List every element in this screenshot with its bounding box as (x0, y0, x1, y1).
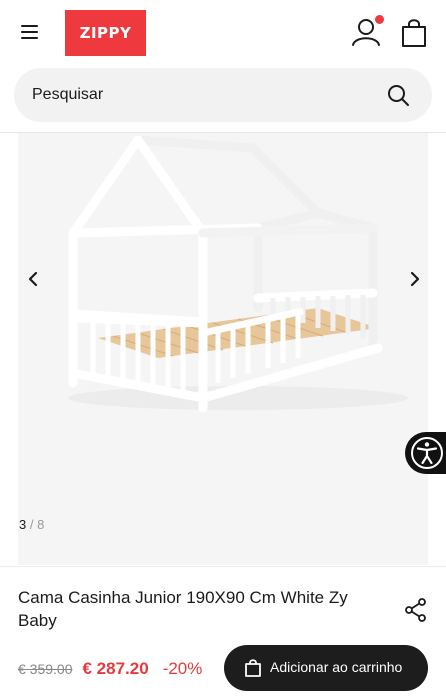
shopping-bag-icon[interactable] (398, 16, 430, 50)
search-input[interactable] (32, 68, 372, 122)
shopping-bag-icon (245, 659, 261, 677)
menu-icon[interactable] (18, 20, 42, 44)
logo[interactable]: ZIPPY (65, 10, 146, 56)
info-divider (0, 566, 446, 567)
share-icon[interactable] (403, 597, 429, 623)
sale-price: € 287.20 (82, 659, 149, 678)
logo-text: ZIPPY (79, 24, 132, 42)
chevron-left-icon[interactable] (22, 267, 46, 291)
add-to-cart-label: Adicionar ao carrinho (270, 659, 403, 675)
price-row: € 359.00 € 287.20 -20% (18, 658, 202, 680)
gallery-current: 3 (19, 517, 27, 532)
add-to-cart-button[interactable]: Adicionar ao carrinho (224, 645, 428, 691)
notification-dot (375, 15, 384, 24)
product-image-bed (68, 135, 408, 413)
search-bar (14, 68, 432, 122)
gallery-total: 8 (37, 517, 45, 532)
old-price: € 359.00 (18, 661, 73, 677)
discount-badge: -20% (162, 659, 203, 678)
chevron-right-icon[interactable] (402, 267, 426, 291)
gallery-separator: / (29, 517, 34, 532)
gallery-counter: 3 / 8 (19, 517, 44, 532)
product-title: Cama Casinha Junior 190X90 Cm White Zy B… (18, 588, 348, 630)
search-icon[interactable] (386, 83, 410, 107)
accessibility-icon[interactable] (405, 432, 446, 474)
header: ZIPPY (0, 0, 446, 64)
